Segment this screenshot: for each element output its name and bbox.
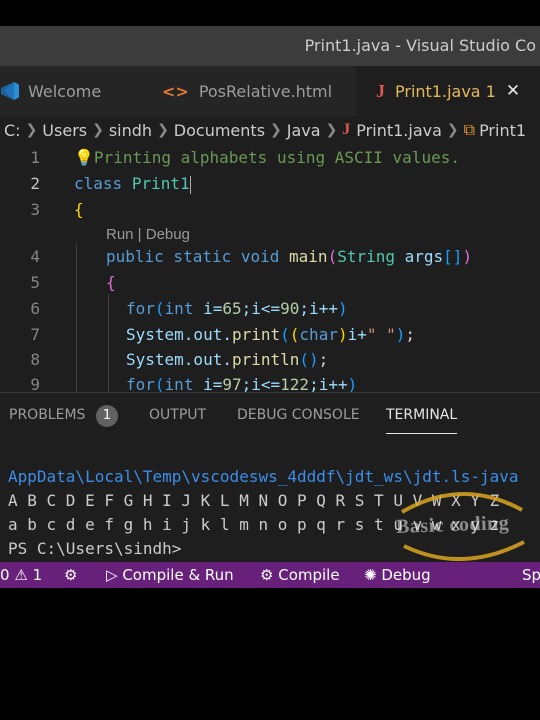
debug-config-icon[interactable]: ⚙	[64, 566, 77, 584]
breadcrumb-item[interactable]: Documents	[174, 121, 265, 140]
indent-guide	[108, 294, 109, 392]
tab-label: Print1.java 1	[395, 81, 496, 101]
chevron-right-icon: ❯	[92, 122, 104, 138]
line-number: 5	[30, 273, 40, 292]
editor-tabs: Welcome <> PosRelative.html J Print1.jav…	[0, 66, 540, 116]
line-number: 3	[30, 200, 40, 219]
html-code-icon: <>	[162, 81, 189, 101]
code-editor[interactable]: 1 2 3 4 5 6 7 8 9 💡Printing alphabets us…	[0, 144, 540, 392]
codelens-run-debug[interactable]: Run | Debug	[106, 226, 190, 243]
code-line-1: 💡Printing alphabets using ASCII values.	[74, 148, 460, 167]
tab-label: Welcome	[28, 81, 102, 101]
breadcrumb: C: ❯ Users ❯ sindh ❯ Documents ❯ Java ❯ …	[0, 116, 540, 144]
chevron-right-icon: ❯	[157, 122, 169, 138]
line-number: 4	[30, 247, 40, 266]
code-line-9: for(int i=97;i<=122;i++)	[126, 375, 358, 392]
lightbulb-icon[interactable]: 💡	[74, 148, 94, 167]
line-number: 2	[30, 174, 40, 193]
text-cursor	[189, 175, 191, 194]
title-bar: Print1.java - Visual Studio Co	[0, 26, 540, 66]
gear-icon: ⚙	[260, 566, 274, 584]
status-problems[interactable]: 0 ⚠ 1	[0, 566, 42, 584]
tab-debug-console[interactable]: DEBUG CONSOLE	[237, 407, 360, 423]
vscode-logo-icon	[1, 82, 19, 100]
class-symbol-icon: ⧉	[463, 120, 476, 139]
code-line-5: {	[106, 273, 116, 292]
line-number: 6	[30, 299, 40, 318]
breadcrumb-symbol[interactable]: Print1	[479, 121, 526, 140]
tab-output[interactable]: OUTPUT	[149, 407, 206, 423]
line-number: 7	[30, 325, 40, 344]
tab-terminal[interactable]: TERMINAL	[386, 407, 458, 434]
java-icon: J	[342, 121, 351, 138]
watermark-text: Basic coding	[395, 512, 510, 538]
vscode-window: Print1.java - Visual Studio Co Welcome <…	[0, 26, 540, 588]
code-line-8: System.out.println();	[126, 350, 329, 369]
chevron-right-icon: ❯	[270, 122, 282, 138]
tab-welcome[interactable]: Welcome	[0, 66, 150, 116]
code-line-2: class Print1	[74, 174, 191, 194]
chevron-right-icon: ❯	[446, 122, 459, 138]
breadcrumb-file[interactable]: Print1.java	[356, 121, 442, 140]
code-line-3: {	[74, 200, 84, 219]
breadcrumb-item[interactable]: C:	[4, 121, 21, 140]
tab-problems[interactable]: PROBLEMS	[9, 407, 85, 423]
close-icon[interactable]: ✕	[506, 81, 520, 101]
bug-icon: ✺	[364, 566, 377, 584]
status-right-item[interactable]: Sp	[522, 566, 540, 584]
code-line-4: public static void main(String args[])	[106, 247, 473, 266]
breadcrumb-item[interactable]: Java	[287, 121, 321, 140]
window-title: Print1.java - Visual Studio Co	[304, 36, 536, 55]
compile-run-button[interactable]: ▷ Compile & Run	[106, 566, 234, 584]
status-bar: 0 ⚠ 1 ⚙ ▷ Compile & Run ⚙ Compile ✺ Debu…	[0, 562, 540, 588]
code-line-7: System.out.print((char)i+" ");	[126, 325, 416, 344]
indent-guide	[76, 244, 77, 392]
chevron-right-icon: ❯	[325, 122, 338, 138]
code-line-6: for(int i=65;i<=90;i++)	[126, 299, 348, 318]
terminal-prompt[interactable]: PS C:\Users\sindh>	[8, 539, 181, 558]
line-number: 8	[30, 350, 40, 369]
debug-button[interactable]: ✺ Debug	[364, 566, 431, 584]
play-icon: ▷	[106, 566, 118, 584]
chevron-right-icon: ❯	[25, 122, 38, 138]
tab-posrelative[interactable]: <> PosRelative.html	[162, 66, 350, 116]
java-icon: J	[376, 80, 385, 101]
line-number: 9	[30, 375, 40, 392]
compile-button[interactable]: ⚙ Compile	[260, 566, 340, 584]
warning-icon: ⚠	[14, 566, 28, 584]
breadcrumb-item[interactable]: Users	[42, 121, 87, 140]
tab-print1-java[interactable]: J Print1.java 1 ✕	[356, 66, 540, 116]
tab-label: PosRelative.html	[198, 81, 333, 101]
line-number: 1	[30, 148, 40, 167]
breadcrumb-item[interactable]: sindh	[109, 121, 152, 140]
problems-count-badge: 1	[96, 405, 118, 427]
